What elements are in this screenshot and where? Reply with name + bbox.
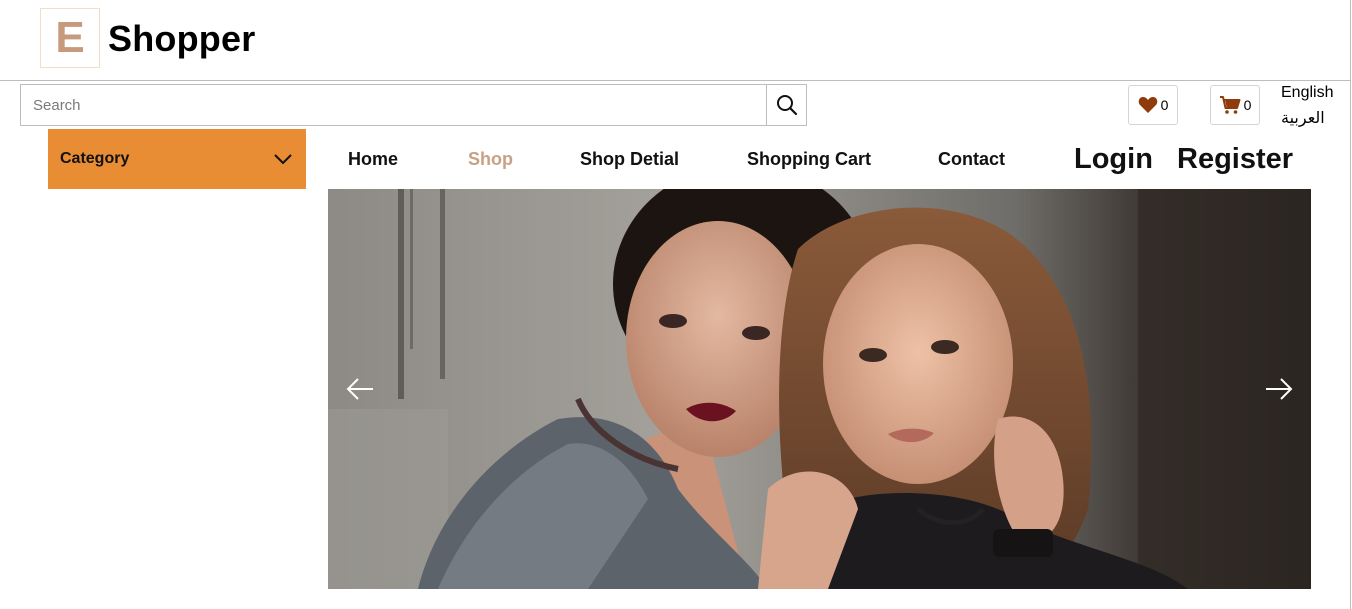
hero-carousel[interactable]: [328, 189, 1311, 589]
nav-shopping-cart[interactable]: Shopping Cart: [747, 149, 871, 170]
arrow-right-icon: [1266, 378, 1293, 400]
search-bar: [20, 84, 807, 126]
chevron-down-icon: [274, 153, 292, 164]
login-link[interactable]: Login: [1074, 143, 1153, 176]
wishlist-count: 0: [1160, 97, 1169, 113]
category-label: Category: [60, 150, 130, 167]
search-icon: [776, 95, 797, 116]
logo[interactable]: E: [40, 8, 100, 68]
logo-letter: E: [55, 13, 85, 62]
arrow-left-icon: [346, 378, 373, 400]
carousel-next-button[interactable]: [1259, 369, 1299, 409]
wishlist-button[interactable]: 0: [1128, 85, 1178, 125]
heart-icon: [1138, 96, 1157, 113]
brand-name[interactable]: Shopper: [108, 18, 255, 60]
register-link[interactable]: Register: [1177, 143, 1293, 176]
nav-contact[interactable]: Contact: [938, 149, 1005, 170]
nav-shop[interactable]: Shop: [468, 149, 513, 170]
cart-count: 0: [1243, 97, 1252, 113]
language-arabic[interactable]: العربية: [1281, 108, 1325, 128]
cart-button[interactable]: 0: [1210, 85, 1260, 125]
header-divider: [0, 80, 1350, 81]
nav-shop-detail[interactable]: Shop Detial: [580, 149, 679, 170]
search-input[interactable]: [21, 85, 766, 125]
hero-image: [328, 189, 1311, 589]
nav-home[interactable]: Home: [348, 149, 398, 170]
cart-icon: [1219, 96, 1241, 114]
carousel-prev-button[interactable]: [340, 369, 380, 409]
page-edge-divider: [1350, 0, 1351, 609]
search-button[interactable]: [766, 85, 806, 125]
language-english[interactable]: English: [1281, 84, 1333, 102]
category-dropdown[interactable]: Category: [48, 129, 306, 189]
